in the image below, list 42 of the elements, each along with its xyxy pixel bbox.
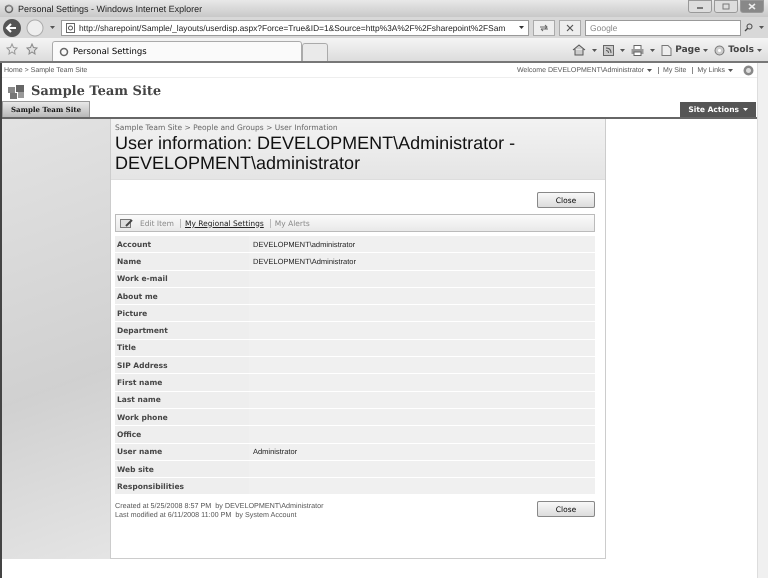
- home-icon[interactable]: [572, 44, 586, 56]
- search-icon[interactable]: [744, 23, 753, 32]
- page-heading: User information: DEVELOPMENT\Administrator - DEVELOPMENT\administrator: [115, 133, 516, 173]
- caret-icon[interactable]: [620, 48, 626, 52]
- scrollbar[interactable]: [757, 63, 768, 578]
- feed-icon[interactable]: [603, 44, 614, 56]
- refresh-button[interactable]: [533, 20, 555, 36]
- star-icon[interactable]: [6, 43, 18, 55]
- caret-icon: [757, 48, 762, 52]
- browser-tab[interactable]: Personal Settings: [52, 41, 302, 61]
- search-field[interactable]: Google: [585, 20, 741, 36]
- caret-icon: [647, 68, 652, 72]
- back-button[interactable]: [2, 18, 22, 38]
- window-title: Personal Settings - Windows Internet Explorer: [18, 4, 204, 14]
- edit-icon[interactable]: [120, 218, 134, 228]
- caret-icon[interactable]: [650, 48, 656, 52]
- maximize-button[interactable]: [714, 0, 738, 13]
- minimize-button[interactable]: [688, 0, 712, 13]
- caret-icon: [703, 48, 708, 52]
- stop-button[interactable]: [559, 20, 581, 36]
- caret-icon: [728, 68, 733, 72]
- page-icon: [661, 44, 672, 56]
- add-favorite-icon[interactable]: [26, 43, 38, 55]
- close-window-button[interactable]: [740, 0, 764, 13]
- close-icon: [566, 24, 574, 32]
- address-field[interactable]: http://sharepoint/Sample/_layouts/userdisp.aspx?Force=True&ID=1&Source=http%3A%2F%2Fsharepoint%2FSam: [61, 20, 529, 36]
- caret-icon[interactable]: [519, 26, 524, 29]
- site-title: Sample Team Site: [31, 84, 162, 99]
- page-menu[interactable]: Page: [661, 44, 708, 56]
- printer-icon[interactable]: [631, 44, 644, 56]
- caret-icon[interactable]: [759, 26, 764, 29]
- caret-icon[interactable]: [592, 48, 598, 52]
- caret-icon: [743, 108, 748, 111]
- site-logo-icon: [8, 84, 25, 98]
- maximize-icon: [722, 3, 730, 10]
- close-icon: [748, 3, 756, 10]
- arrows-icon: [539, 24, 549, 32]
- caret-icon[interactable]: [50, 26, 55, 29]
- browser-logo-icon: [59, 46, 69, 56]
- page-icon: [66, 22, 75, 32]
- tools-menu[interactable]: Tools: [714, 44, 762, 56]
- browser-logo-icon: [4, 4, 14, 14]
